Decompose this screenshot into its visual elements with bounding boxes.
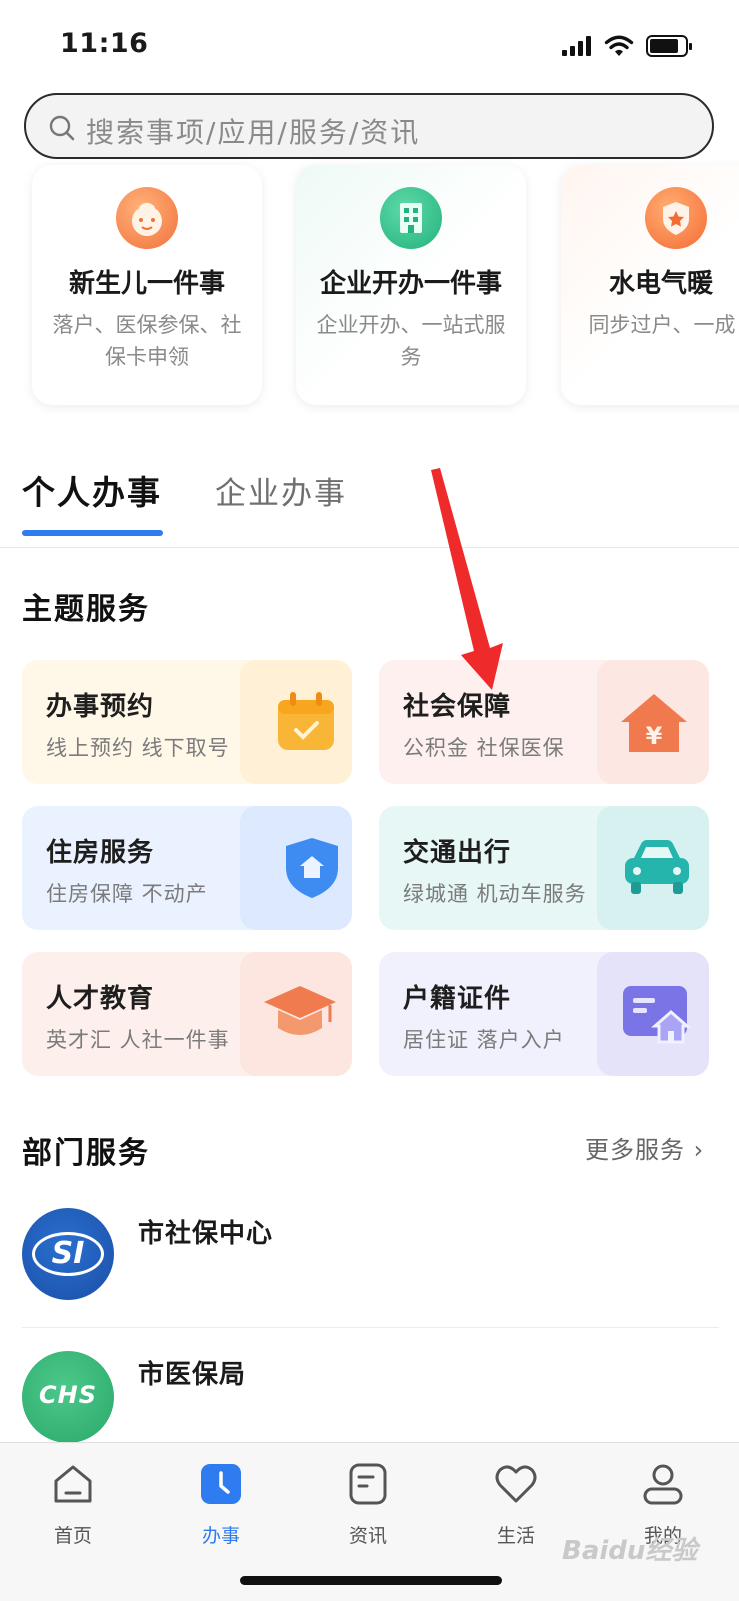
graduation-cap-icon <box>264 986 336 1035</box>
divider <box>22 1327 719 1328</box>
dept-name[interactable]: 市医保局 <box>138 1354 246 1391</box>
service-title: 交通出行 <box>403 838 512 868</box>
medical-insurance-logo: CHS <box>22 1351 114 1443</box>
service-desc: 住房保障 不动产 <box>46 882 208 906</box>
service-desc: 公积金 社保医保 <box>403 736 565 760</box>
nav-label: 首页 <box>53 1525 92 1547</box>
logo-text: SI <box>51 1236 85 1271</box>
news-icon <box>349 1463 387 1505</box>
id-card-house-icon <box>623 986 691 1044</box>
service-title: 住房服务 <box>46 838 155 868</box>
section-title-dept-services: 部门服务 <box>22 1136 150 1171</box>
svg-text:¥: ¥ <box>646 722 663 750</box>
nav-label: 生活 <box>496 1525 535 1547</box>
service-desc: 绿城通 机动车服务 <box>403 882 587 906</box>
service-title: 户籍证件 <box>403 984 512 1014</box>
nav-label: 办事 <box>201 1525 240 1547</box>
service-desc: 英才汇 人社一件事 <box>46 1028 230 1052</box>
social-security-logo: SI <box>22 1208 114 1300</box>
service-talent-education[interactable]: 人才教育 英才汇 人社一件事 <box>22 952 352 1076</box>
more-services-link[interactable]: 更多服务 › <box>585 1130 704 1165</box>
annotation-arrow <box>431 468 503 690</box>
user-icon <box>643 1464 683 1505</box>
home-indicator <box>240 1576 502 1585</box>
service-desc: 线上预约 线下取号 <box>46 736 230 760</box>
service-title: 人才教育 <box>46 984 155 1014</box>
car-icon <box>625 840 689 894</box>
watermark: Baidu经验 <box>562 1536 698 1566</box>
service-transport[interactable]: 交通出行 绿城通 机动车服务 <box>379 806 709 930</box>
service-housing[interactable]: 住房服务 住房保障 不动产 <box>22 806 352 930</box>
logo-text: CHS <box>39 1381 97 1409</box>
dept-name[interactable]: 市社保中心 <box>138 1213 273 1250</box>
service-desc: 居住证 落户入户 <box>403 1028 565 1052</box>
service-household-registration[interactable]: 户籍证件 居住证 落户入户 <box>379 952 709 1076</box>
home-icon <box>54 1465 92 1503</box>
heart-icon <box>495 1465 537 1503</box>
nav-label: 资讯 <box>348 1525 387 1547</box>
clock-icon <box>201 1464 241 1504</box>
shield-house-icon <box>286 838 338 898</box>
